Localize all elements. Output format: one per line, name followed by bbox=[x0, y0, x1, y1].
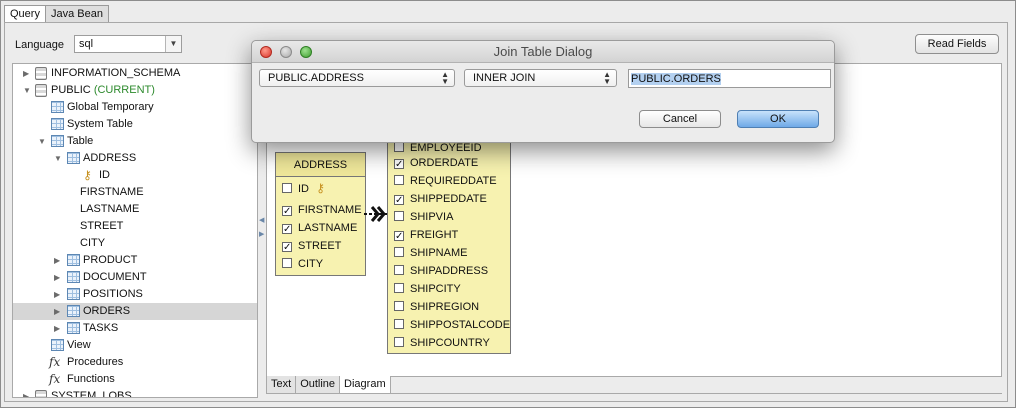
field-checkbox[interactable] bbox=[394, 175, 404, 185]
triangle-right-icon[interactable]: ▶ bbox=[23, 65, 29, 82]
current-schema-tag: (CURRENT) bbox=[93, 84, 155, 96]
chevron-down-icon[interactable]: ▼ bbox=[165, 36, 181, 52]
updown-arrow-icon: ▲ ▼ bbox=[603, 70, 611, 86]
entity-orders-field[interactable]: ✓ FREIGHT bbox=[394, 226, 458, 244]
entity-orders-field[interactable]: SHIPPOSTALCODE bbox=[394, 316, 510, 334]
triangle-right-icon[interactable]: ▶ bbox=[54, 303, 60, 320]
tree-item-orders[interactable]: ▶ ORDERS bbox=[13, 303, 257, 320]
entity-address-title: ADDRESS bbox=[276, 153, 365, 177]
field-checkbox[interactable]: ✓ bbox=[282, 224, 292, 235]
entity-orders-field[interactable]: SHIPADDRESS bbox=[394, 262, 488, 280]
join-type-select[interactable]: INNER JOIN ▲ ▼ bbox=[464, 69, 617, 87]
entity-orders[interactable]: EMPLOYEEID ✓ ORDERDATE REQUIREDDATE ✓ SHIP… bbox=[387, 138, 511, 354]
field-checkbox[interactable]: ✓ bbox=[394, 195, 404, 206]
tab-query[interactable]: Query bbox=[4, 5, 46, 23]
window-close-icon[interactable] bbox=[260, 46, 272, 58]
tab-outline[interactable]: Outline bbox=[295, 376, 341, 394]
join-table-dialog: Join Table Dialog PUBLIC.ADDRESS ▲ ▼ INNE… bbox=[251, 40, 835, 143]
entity-address-field[interactable]: ✓ FIRSTNAME bbox=[282, 201, 362, 219]
triangle-right-icon[interactable]: ▶ bbox=[23, 388, 29, 397]
entity-orders-field[interactable]: ✓ ORDERDATE bbox=[394, 154, 478, 172]
entity-address-field[interactable]: CITY bbox=[282, 255, 323, 273]
entity-orders-field[interactable]: SHIPCITY bbox=[394, 280, 461, 298]
entity-address-field[interactable]: ✓ LASTNAME bbox=[282, 219, 357, 237]
dialog-title: Join Table Dialog bbox=[252, 41, 834, 63]
tab-diagram[interactable]: Diagram bbox=[339, 376, 391, 394]
table-icon bbox=[51, 339, 64, 351]
field-checkbox[interactable] bbox=[394, 265, 404, 275]
key-icon: ⚷ bbox=[316, 181, 325, 195]
table-icon bbox=[51, 118, 64, 130]
entity-address-field[interactable]: ID ⚷ bbox=[282, 179, 325, 197]
table-icon bbox=[67, 271, 80, 283]
field-checkbox[interactable]: ✓ bbox=[282, 242, 292, 253]
table-icon bbox=[67, 305, 80, 317]
table-icon bbox=[51, 101, 64, 113]
entity-orders-field[interactable]: REQUIREDDATE bbox=[394, 172, 497, 190]
triangle-right-icon[interactable]: ▶ bbox=[54, 252, 60, 269]
field-checkbox[interactable] bbox=[282, 183, 292, 193]
right-table-input[interactable]: PUBLIC.ORDERS bbox=[628, 69, 831, 88]
field-checkbox[interactable] bbox=[394, 319, 404, 329]
field-checkbox[interactable] bbox=[282, 258, 292, 268]
database-icon bbox=[35, 390, 47, 397]
field-checkbox[interactable] bbox=[394, 247, 404, 257]
window-zoom-icon[interactable] bbox=[300, 46, 312, 58]
triangle-right-icon[interactable]: ▶ bbox=[54, 320, 60, 337]
triangle-right-icon[interactable]: ▶ bbox=[54, 269, 60, 286]
triangle-right-icon[interactable]: ▶ bbox=[54, 286, 60, 303]
entity-orders-field[interactable]: SHIPCOUNTRY bbox=[394, 334, 490, 352]
language-label: Language bbox=[15, 39, 64, 51]
field-checkbox[interactable]: ✓ bbox=[282, 206, 292, 217]
entity-orders-field[interactable]: SHIPVIA bbox=[394, 208, 453, 226]
triangle-down-icon[interactable]: ▼ bbox=[54, 150, 62, 167]
table-icon bbox=[67, 288, 80, 300]
triangle-down-icon[interactable]: ▼ bbox=[23, 82, 31, 99]
read-fields-button[interactable]: Read Fields bbox=[915, 34, 999, 54]
table-icon bbox=[67, 322, 80, 334]
field-checkbox[interactable] bbox=[394, 211, 404, 221]
field-checkbox[interactable] bbox=[394, 337, 404, 347]
field-checkbox[interactable] bbox=[394, 142, 404, 152]
database-icon bbox=[35, 67, 47, 80]
entity-orders-field[interactable]: SHIPNAME bbox=[394, 244, 467, 262]
database-icon bbox=[35, 84, 47, 97]
tab-java-bean[interactable]: Java Bean bbox=[44, 5, 109, 23]
entity-address[interactable]: ADDRESS ID ⚷ ✓ FIRSTNAME ✓ LASTNAME ✓ STREE… bbox=[275, 152, 366, 276]
entity-orders-field[interactable]: ✓ SHIPPEDDATE bbox=[394, 190, 487, 208]
field-checkbox[interactable]: ✓ bbox=[394, 159, 404, 170]
field-checkbox[interactable]: ✓ bbox=[394, 231, 404, 242]
field-checkbox[interactable] bbox=[394, 301, 404, 311]
splitter-left-arrow-icon[interactable]: ◀ bbox=[259, 216, 264, 224]
cancel-button[interactable]: Cancel bbox=[639, 110, 721, 128]
entity-address-field[interactable]: ✓ STREET bbox=[282, 237, 341, 255]
tab-text[interactable]: Text bbox=[266, 376, 297, 394]
triangle-down-icon[interactable]: ▼ bbox=[38, 133, 46, 150]
table-icon bbox=[51, 135, 64, 147]
bottom-tab-bar: Text Outline Diagram bbox=[266, 376, 391, 394]
language-select[interactable]: sql ▼ bbox=[74, 35, 182, 53]
updown-arrow-icon: ▲ ▼ bbox=[441, 70, 449, 86]
fx-icon: fx bbox=[49, 372, 61, 386]
entity-orders-field[interactable]: SHIPREGION bbox=[394, 298, 479, 316]
language-value: sql bbox=[79, 38, 94, 50]
splitter-right-arrow-icon[interactable]: ▶ bbox=[259, 230, 264, 238]
tree-item-public[interactable]: ▼ PUBLIC (CURRENT) bbox=[13, 82, 253, 99]
window-minimize-icon[interactable] bbox=[280, 46, 292, 58]
table-icon bbox=[67, 254, 80, 266]
top-tab-bar: Query Java Bean bbox=[4, 5, 109, 23]
schema-tree[interactable]: ▶ INFORMATION_SCHEMA ▼ PUBLIC (CURRENT) … bbox=[12, 63, 258, 398]
table-icon bbox=[67, 152, 80, 164]
field-checkbox[interactable] bbox=[394, 283, 404, 293]
ok-button[interactable]: OK bbox=[737, 110, 819, 128]
key-icon: ⚷ bbox=[83, 168, 92, 182]
left-table-select[interactable]: PUBLIC.ADDRESS ▲ ▼ bbox=[259, 69, 455, 87]
fx-icon: fx bbox=[49, 355, 61, 369]
